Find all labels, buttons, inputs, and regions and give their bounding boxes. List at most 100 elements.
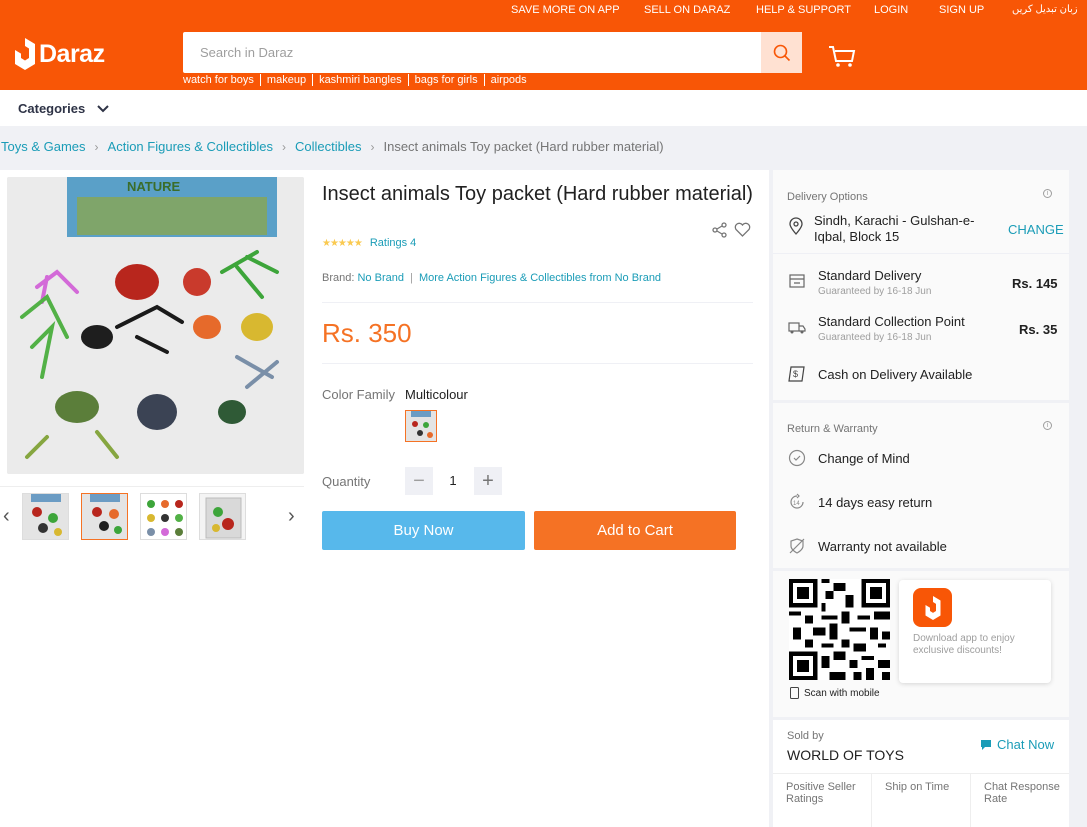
wishlist-button[interactable] (734, 222, 751, 243)
chevron-right-icon: › (282, 139, 286, 154)
delivery-option-date: Guaranteed by 16-18 Jun (818, 332, 932, 343)
breadcrumb-link[interactable]: Action Figures & Collectibles (108, 139, 273, 154)
quantity-label: Quantity (322, 474, 371, 489)
brand-row: Brand: No Brand | More Action Figures & … (322, 272, 661, 284)
download-app-text: Download app to enjoy exclusive discount… (913, 633, 1015, 656)
brand-label: Brand: (322, 272, 355, 284)
chevron-left-icon[interactable]: ‹ (3, 505, 10, 528)
thumbnail-image (23, 494, 68, 539)
cash-icon: $ (788, 365, 806, 383)
seller-metrics: Positive Seller Ratings Ship on Time Cha… (773, 773, 1069, 827)
cart-button[interactable] (828, 45, 856, 74)
login-link[interactable]: LOGIN (874, 4, 908, 16)
thumbnail-image (200, 494, 245, 539)
language-switch-link[interactable]: زبان تبدیل کریں (1012, 4, 1078, 15)
product-main-image[interactable]: NATURE (7, 177, 304, 474)
info-icon[interactable]: i (1043, 189, 1052, 198)
divider (773, 253, 1069, 254)
delivery-option-title: Standard Collection Point (818, 314, 965, 329)
seller-metric: Positive Seller Ratings (773, 774, 872, 827)
product-photo: NATURE (7, 177, 304, 474)
hot-word-link[interactable]: airpods (483, 74, 533, 86)
quantity-decrease-button[interactable]: − (405, 467, 433, 495)
qr-code-image (789, 579, 890, 680)
product-title: Insect animals Toy packet (Hard rubber m… (322, 183, 753, 205)
brand-link[interactable]: No Brand (357, 272, 403, 284)
change-location-button[interactable]: CHANGE (1008, 222, 1064, 237)
chat-now-label: Chat Now (997, 737, 1055, 752)
thumbnail[interactable] (22, 493, 69, 540)
chevron-right-icon[interactable]: › (288, 505, 295, 528)
chat-now-button[interactable]: Chat Now (980, 737, 1054, 752)
delivery-fee: Rs. 145 (1012, 276, 1058, 291)
color-family-value: Multicolour (405, 387, 468, 402)
share-button[interactable] (712, 222, 728, 243)
cart-icon (829, 46, 856, 67)
hot-word-link[interactable]: makeup (259, 74, 312, 86)
product-price: Rs. 350 (322, 318, 412, 348)
search-button[interactable] (761, 32, 802, 73)
breadcrumb-link[interactable]: Toys & Games (1, 139, 86, 154)
divider (322, 302, 753, 303)
quantity-increase-button[interactable]: + (474, 467, 502, 495)
color-family-label: Color Family (322, 387, 395, 402)
thumbnail-strip: ‹ › (0, 486, 304, 546)
hot-word-link[interactable]: watch for boys (183, 74, 260, 86)
color-swatch[interactable] (405, 410, 437, 442)
thumbnail-image (82, 494, 127, 539)
truck-icon (788, 318, 806, 336)
box-label: NATURE (127, 179, 181, 194)
signup-link[interactable]: SIGN UP (939, 4, 984, 16)
seller-name[interactable]: WORLD OF TOYS (787, 747, 904, 763)
seller-metric: Ship on Time (872, 774, 971, 827)
share-icon (712, 222, 727, 238)
brand-divider: | (410, 272, 413, 284)
quantity-value[interactable]: 1 (433, 467, 473, 495)
return-icon: 14 (788, 493, 806, 511)
hot-word-link[interactable]: kashmiri bangles (312, 74, 408, 86)
thumbnail[interactable] (81, 493, 128, 540)
warranty-item: 14 days easy return (818, 495, 933, 510)
scan-text: Scan with mobile (804, 687, 880, 699)
delivery-option-title: Standard Delivery (818, 268, 922, 283)
thumbnail-image (141, 494, 186, 539)
download-app-card[interactable]: Download app to enjoy exclusive discount… (899, 580, 1051, 683)
mobile-phone-icon (790, 687, 799, 699)
more-from-brand-link[interactable]: More Action Figures & Collectibles from … (419, 272, 661, 284)
sold-by-label: Sold by (787, 730, 824, 742)
help-support-link[interactable]: HELP & SUPPORT (756, 4, 851, 16)
shield-off-icon (788, 537, 806, 555)
chevron-right-icon: › (370, 139, 375, 154)
star-rating-icon: ★★★★★ (322, 237, 363, 249)
site-header: SAVE MORE ON APP SELL ON DARAZ HELP & SU… (0, 0, 1087, 90)
categories-dropdown[interactable]: Categories (18, 101, 109, 116)
sell-link[interactable]: SELL ON DARAZ (644, 4, 730, 16)
search-input[interactable] (183, 32, 753, 73)
swatch-image (406, 411, 436, 441)
collection-point-option: Standard Collection Point Guaranteed by … (818, 314, 965, 343)
seller-metric: Chat Response Rate (971, 774, 1069, 827)
delivery-options-heading: Delivery Options (787, 191, 868, 203)
category-bar: Categories (0, 90, 1087, 126)
qr-code (789, 579, 890, 680)
hot-word-link[interactable]: bags for girls (407, 74, 484, 86)
chat-icon (981, 739, 991, 750)
warranty-item: Warranty not available (818, 539, 947, 554)
chevron-right-icon: › (94, 139, 99, 154)
save-more-link[interactable]: SAVE MORE ON APP (511, 4, 620, 16)
add-to-cart-button[interactable]: Add to Cart (534, 511, 736, 550)
ratings-link[interactable]: Ratings 4 (370, 237, 416, 249)
daraz-logo[interactable]: Daraz (15, 38, 105, 70)
delivery-box-icon (788, 272, 806, 290)
heart-icon (734, 222, 751, 237)
search-bar (183, 32, 802, 73)
logo-text: Daraz (39, 39, 105, 68)
buy-now-button[interactable]: Buy Now (322, 511, 525, 550)
thumbnail[interactable] (199, 493, 246, 540)
breadcrumb-link[interactable]: Collectibles (295, 139, 361, 154)
daraz-app-icon (913, 588, 952, 627)
thumbnail[interactable] (140, 493, 187, 540)
hot-words: watch for boys makeup kashmiri bangles b… (183, 74, 533, 86)
info-icon[interactable]: i (1043, 421, 1052, 430)
delivery-option-date: Guaranteed by 16-18 Jun (818, 286, 932, 297)
